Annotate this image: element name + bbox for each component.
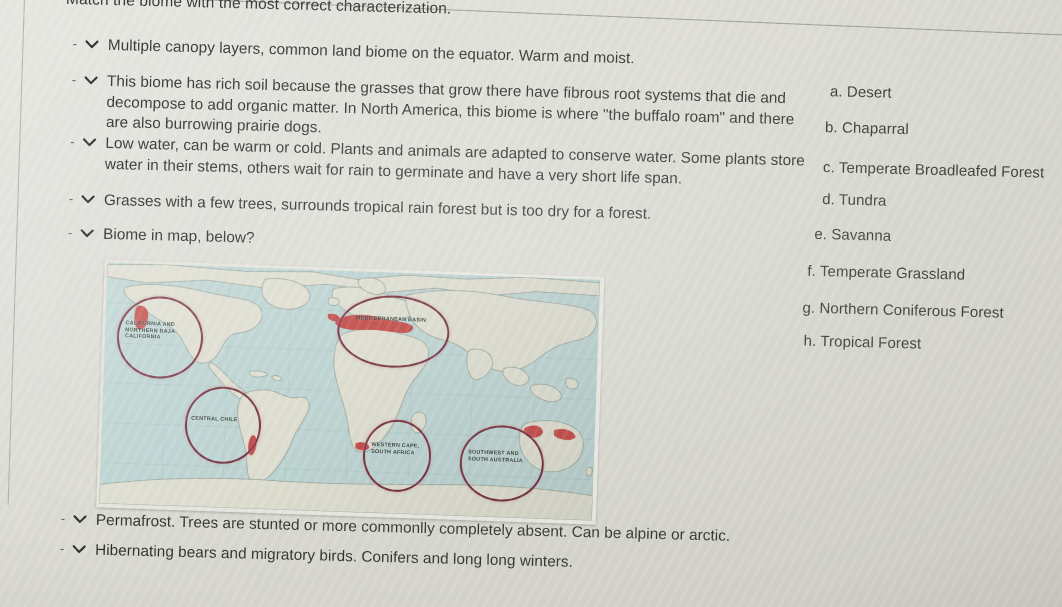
map-label-southwest-australia: SOUTHWEST AND SOUTH AUSTRALIA bbox=[467, 449, 524, 464]
chevron-down-icon[interactable] bbox=[78, 224, 96, 242]
world-map: CALIFORNIA AND NORTHERN BAJA CALIFORNIA … bbox=[99, 262, 601, 521]
question-marker: - bbox=[71, 72, 77, 88]
question-row-4[interactable]: - Grasses with a few trees, surrounds tr… bbox=[65, 190, 825, 230]
question-marker: - bbox=[68, 190, 74, 207]
map-label-western-cape: WESTERN CAPE, SOUTH AFRICA bbox=[371, 441, 420, 457]
question-text: Multiple canopy layers, common land biom… bbox=[107, 36, 635, 68]
chevron-down-icon[interactable] bbox=[79, 190, 97, 208]
answer-option-f: f. Temperate Grassland bbox=[807, 262, 966, 284]
chevron-down-icon[interactable] bbox=[83, 35, 101, 53]
quiz-page: Match the biome with the most correct ch… bbox=[0, 0, 1062, 607]
question-marker: - bbox=[67, 224, 73, 241]
answer-option-h: h. Tropical Forest bbox=[803, 332, 922, 353]
biome-map-figure: CALIFORNIA AND NORTHERN BAJA CALIFORNIA … bbox=[96, 259, 605, 525]
question-marker: - bbox=[59, 540, 65, 556]
answer-option-b: b. Chaparral bbox=[824, 119, 909, 139]
question-marker: - bbox=[70, 133, 75, 150]
answer-option-a: a. Desert bbox=[829, 83, 892, 102]
map-label-california: CALIFORNIA AND NORTHERN BAJA CALIFORNIA bbox=[124, 320, 176, 341]
chevron-down-icon[interactable] bbox=[80, 133, 98, 151]
answer-option-d: d. Tundra bbox=[822, 191, 887, 210]
photographed-screen: Match the biome with the most correct ch… bbox=[0, 0, 1062, 607]
chevron-down-icon[interactable] bbox=[82, 71, 100, 89]
question-text: Grasses with a few trees, surrounds trop… bbox=[103, 191, 652, 223]
chevron-down-icon[interactable] bbox=[71, 510, 89, 528]
answer-option-c: c. Temperate Broadleafed Forest bbox=[822, 159, 1045, 182]
question-text: Hibernating bears and migratory birds. C… bbox=[94, 541, 574, 571]
answer-option-g: g. Northern Coniferous Forest bbox=[802, 299, 1004, 322]
page-title: Match the biome with the most correct ch… bbox=[65, 0, 452, 18]
question-marker: - bbox=[60, 510, 66, 526]
chevron-down-icon[interactable] bbox=[70, 540, 88, 558]
question-row-1[interactable]: - Multiple canopy layers, common land bi… bbox=[69, 35, 829, 75]
question-text: Biome in map, below? bbox=[102, 225, 255, 247]
page-left-edge bbox=[7, 0, 26, 506]
question-marker: - bbox=[72, 36, 78, 52]
question-row-5[interactable]: - Biome in map, below? bbox=[64, 224, 824, 264]
answer-option-e: e. Savanna bbox=[814, 225, 892, 245]
